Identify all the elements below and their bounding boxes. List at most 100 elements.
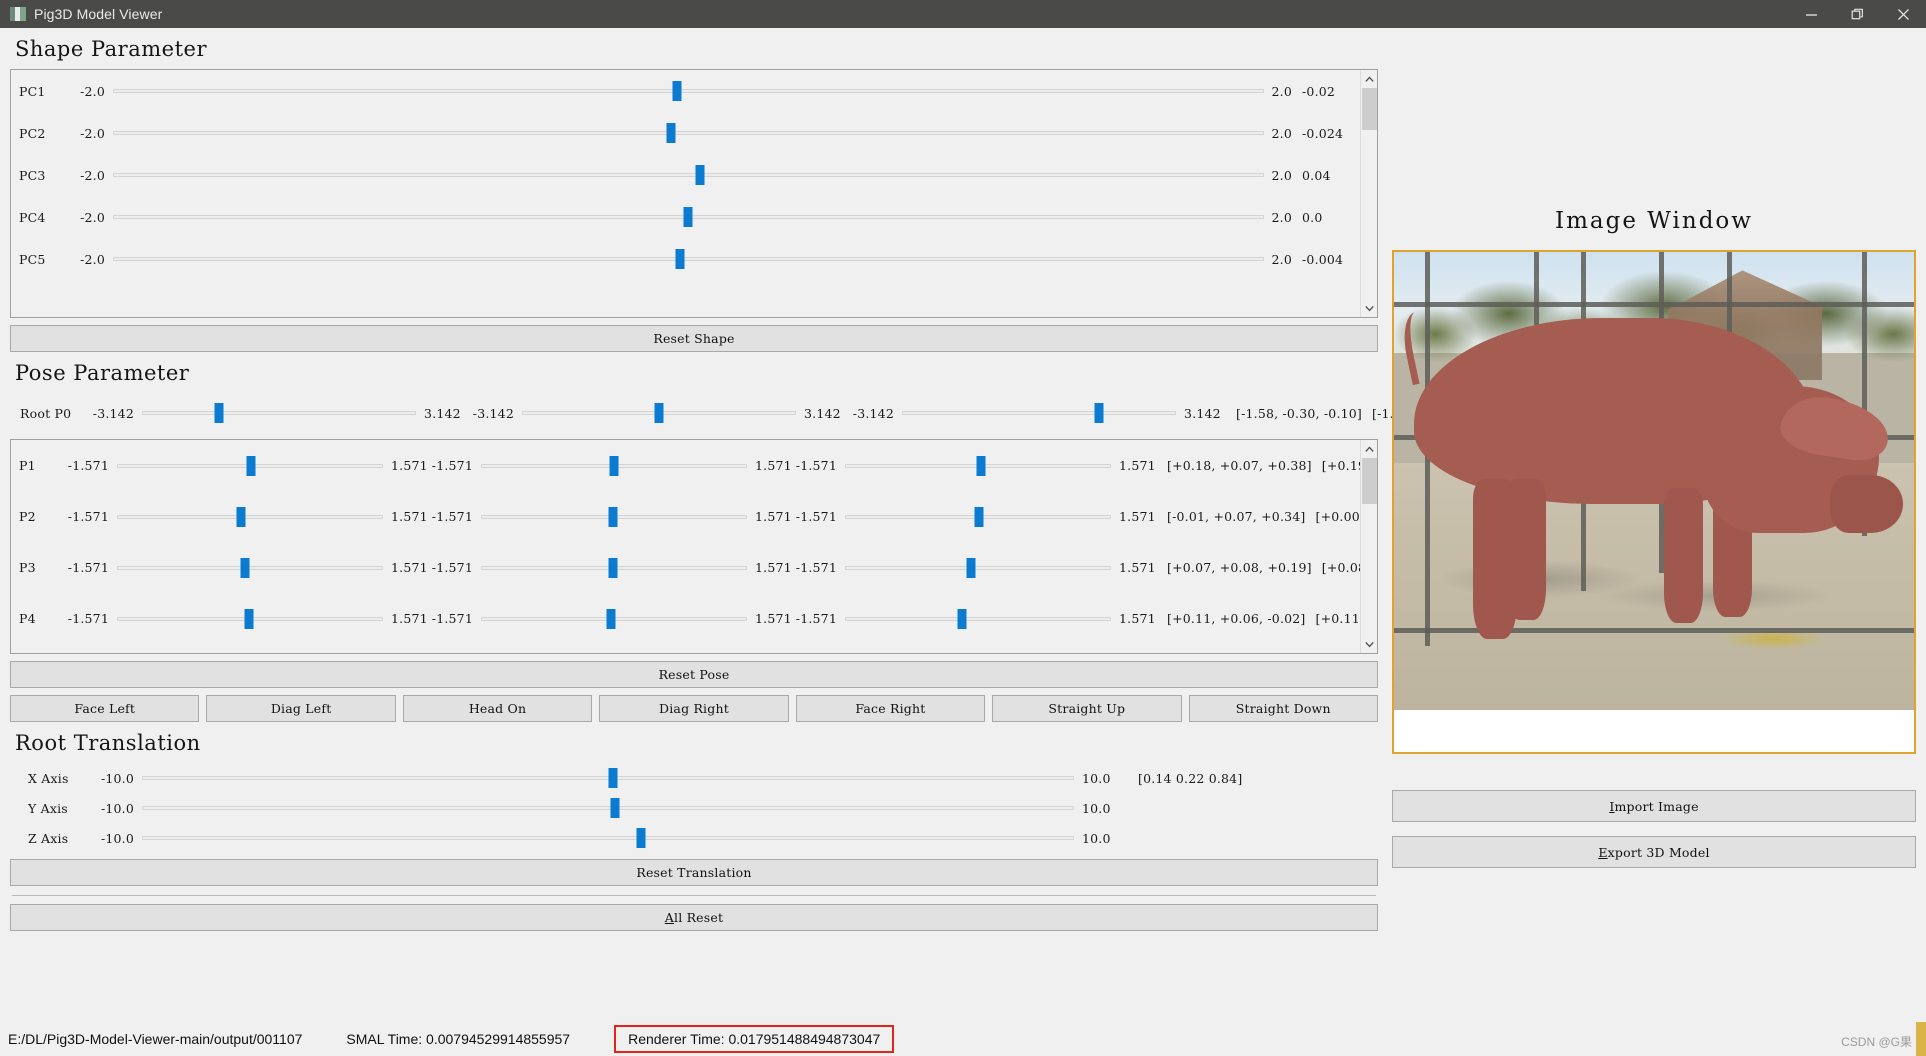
slider-track[interactable] <box>481 555 747 581</box>
slider-groove <box>117 514 383 519</box>
slider-track[interactable] <box>113 162 1264 188</box>
chevron-up-icon[interactable] <box>1361 70 1378 88</box>
pose-row-min: -1.571 <box>795 611 837 626</box>
pose-scrollbar[interactable] <box>1360 440 1377 653</box>
pig-photograph <box>1394 252 1914 710</box>
export-mnemonic: E <box>1598 844 1608 860</box>
export-3d-model-button[interactable]: Export 3D Model <box>1392 836 1916 868</box>
slider-track[interactable] <box>113 204 1264 230</box>
slider-thumb[interactable] <box>608 768 618 788</box>
pose-scroll-thumb[interactable] <box>1361 458 1377 504</box>
shape-row-value: -0.004 <box>1302 251 1344 267</box>
pose-row-min: -1.571 <box>795 560 837 575</box>
slider-track[interactable] <box>845 606 1111 632</box>
shape-row-value: -0.024 <box>1302 125 1344 141</box>
slider-thumb[interactable] <box>610 798 620 818</box>
slider-track[interactable] <box>845 504 1111 530</box>
pose-row-vector-a: [+0.18, +0.07, +0.38] <box>1167 458 1312 473</box>
slider-track[interactable] <box>481 504 747 530</box>
slider-track[interactable] <box>142 825 1074 851</box>
slider-thumb[interactable] <box>608 506 618 527</box>
slider-track[interactable] <box>142 400 416 426</box>
slider-thumb[interactable] <box>240 557 250 578</box>
slider-thumb[interactable] <box>976 455 986 476</box>
pose-row-min: -1.571 <box>431 611 473 626</box>
chevron-up-icon[interactable] <box>1361 440 1378 458</box>
root-pose-vector-a: [-1.58, -0.30, -0.10] <box>1236 405 1363 421</box>
shape-row-max: 2.0 <box>1271 209 1292 225</box>
slider-track[interactable] <box>117 606 383 632</box>
pose-row-min: -1.571 <box>67 560 109 575</box>
slider-groove <box>117 565 383 570</box>
pose-row-max: 1.571 <box>391 560 428 575</box>
slider-thumb[interactable] <box>966 557 976 578</box>
reset-translation-button[interactable]: Reset Translation <box>10 859 1378 886</box>
minimize-icon[interactable] <box>1788 0 1834 28</box>
slider-track[interactable] <box>113 120 1264 146</box>
slider-thumb[interactable] <box>675 249 685 269</box>
pose-preset-button[interactable]: Diag Right <box>599 695 789 722</box>
reset-pose-button[interactable]: Reset Pose <box>10 661 1378 688</box>
pose-preset-button[interactable]: Face Right <box>795 695 986 722</box>
slider-track[interactable] <box>522 400 796 426</box>
import-label-rest: mport Image <box>1614 798 1699 814</box>
slider-track[interactable] <box>117 555 383 581</box>
pose-row-label: P1 <box>19 458 36 473</box>
slider-track[interactable] <box>117 453 383 479</box>
pose-parameter-panel: P1 -1.571 1.571 -1.571 1.571 -1.571 1.571 [+0.1… <box>10 439 1378 654</box>
slider-thumb[interactable] <box>236 506 246 527</box>
translation-slider-row: Y Axis -10.0 10.0 <box>10 793 1378 823</box>
title-bar: Pig3D Model Viewer <box>0 0 1926 28</box>
pose-scroll-track[interactable] <box>1361 458 1378 635</box>
slider-track[interactable] <box>481 606 747 632</box>
slider-track[interactable] <box>117 504 383 530</box>
slider-thumb[interactable] <box>214 403 224 423</box>
slider-thumb[interactable] <box>974 506 984 527</box>
slider-thumb[interactable] <box>608 557 618 578</box>
slider-track[interactable] <box>845 453 1111 479</box>
window-title: Pig3D Model Viewer <box>34 6 163 22</box>
pose-preset-button[interactable]: Face Left <box>10 695 200 722</box>
slider-thumb[interactable] <box>957 608 967 629</box>
chevron-down-icon[interactable] <box>1361 635 1378 653</box>
pose-preset-button[interactable]: Straight Down <box>1188 695 1378 722</box>
pose-row-min: -1.571 <box>795 458 837 473</box>
slider-thumb[interactable] <box>246 455 256 476</box>
slider-thumb[interactable] <box>695 165 705 185</box>
image-window-frame[interactable] <box>1392 250 1916 754</box>
import-image-button[interactable]: Import Image <box>1392 790 1916 822</box>
slider-track[interactable] <box>142 765 1074 791</box>
shape-scrollbar[interactable] <box>1360 70 1377 317</box>
slider-thumb[interactable] <box>606 608 616 629</box>
slider-track[interactable] <box>481 453 747 479</box>
slider-track[interactable] <box>902 400 1176 426</box>
right-panel: Image Window Import Image Export 3D Mode… <box>1388 28 1926 1022</box>
shape-row-max: 2.0 <box>1271 83 1292 99</box>
slider-track[interactable] <box>113 78 1264 104</box>
slider-thumb[interactable] <box>683 207 693 227</box>
slider-thumb[interactable] <box>244 608 254 629</box>
slider-thumb[interactable] <box>1094 403 1104 423</box>
slider-track[interactable] <box>142 795 1074 821</box>
export-label-rest: xport 3D Model <box>1607 844 1710 860</box>
slider-thumb[interactable] <box>609 455 619 476</box>
slider-thumb[interactable] <box>666 123 676 143</box>
shape-scroll-thumb[interactable] <box>1361 88 1377 130</box>
reset-shape-button[interactable]: Reset Shape <box>10 325 1378 352</box>
slider-thumb[interactable] <box>672 81 682 101</box>
slider-track[interactable] <box>845 555 1111 581</box>
pose-preset-button[interactable]: Head On <box>402 695 593 722</box>
pose-preset-button[interactable]: Straight Up <box>992 695 1182 722</box>
slider-thumb[interactable] <box>636 828 646 848</box>
maximize-icon[interactable] <box>1834 0 1880 28</box>
slider-track[interactable] <box>113 246 1264 272</box>
corner-accent <box>1916 1022 1926 1056</box>
all-reset-button[interactable]: All Reset <box>10 904 1378 931</box>
chevron-down-icon[interactable] <box>1361 299 1378 317</box>
close-icon[interactable] <box>1880 0 1926 28</box>
root-pose-max: 3.142 <box>1184 405 1221 421</box>
root-pose-max: 3.142 <box>804 405 841 421</box>
pose-preset-button[interactable]: Diag Left <box>206 695 396 722</box>
shape-scroll-track[interactable] <box>1361 88 1378 299</box>
slider-thumb[interactable] <box>654 403 664 423</box>
